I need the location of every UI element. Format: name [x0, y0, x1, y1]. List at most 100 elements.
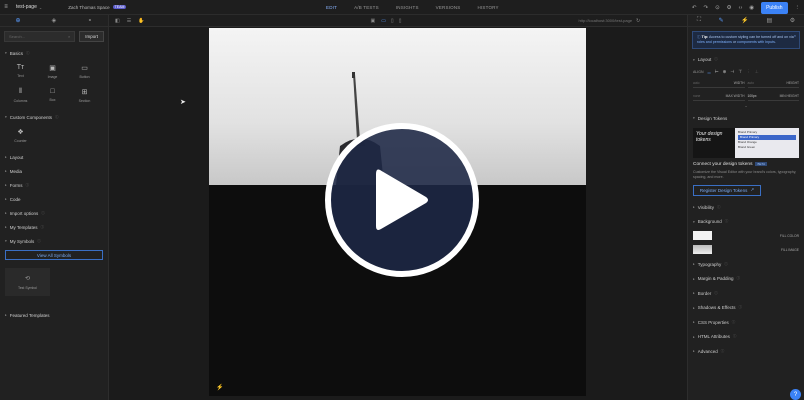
sidebar-toggle-icon[interactable]: ◧ — [115, 18, 120, 24]
help-icon[interactable]: ⓘ — [41, 211, 45, 216]
align-top-icon[interactable]: ⊤ — [738, 69, 742, 75]
block-image[interactable]: ▣ Image — [37, 60, 68, 82]
desktop-icon[interactable]: ▭ — [381, 18, 386, 24]
align-left-icon[interactable]: ⊢ — [715, 69, 719, 75]
refresh-icon[interactable]: ↻ — [636, 18, 640, 24]
section-html-attributes[interactable]: ▸ HTML Attributes ⓘ — [688, 329, 804, 344]
roles-permissions-link[interactable]: roles and permissions — [697, 40, 732, 44]
data-tab-icon[interactable]: ▤ — [766, 17, 772, 24]
help-icon[interactable]: ⓘ — [714, 57, 718, 62]
section-layout[interactable]: ▸ Layout — [0, 150, 108, 164]
fill-color-swatch[interactable] — [693, 231, 712, 241]
section-forms[interactable]: ▸ Forms ⓘ — [0, 178, 108, 192]
preview-url[interactable]: http://localhost:3000/test-page — [578, 18, 632, 23]
undo-icon[interactable]: ↶ — [692, 5, 697, 11]
chevron-down-icon[interactable]: ⌄ — [39, 5, 42, 10]
mobile-icon[interactable]: ▯ — [399, 18, 402, 24]
register-design-tokens-button[interactable]: Register Design Tokens ↗ — [693, 184, 761, 196]
block-counter[interactable]: ❖ Counter — [5, 124, 36, 146]
section-css-properties[interactable]: ▸ CSS Properties ⓘ — [688, 315, 804, 330]
help-icon[interactable]: ⓘ — [737, 276, 741, 281]
help-icon[interactable]: ⓘ — [721, 349, 725, 354]
fill-image-row[interactable]: FILL IMAGE — [688, 243, 804, 257]
notifications-icon[interactable]: ⊙ — [715, 5, 720, 11]
more-icon[interactable]: ⋮ — [795, 5, 801, 11]
section-layout[interactable]: ▾ Layout ⓘ — [688, 53, 804, 68]
symbol-test[interactable]: ⟲ Test Symbol — [5, 268, 50, 296]
help-icon[interactable]: ⓘ — [733, 334, 737, 339]
code-icon[interactable]: ‹› — [739, 5, 743, 11]
width-field[interactable]: auto WIDTH — [693, 79, 745, 89]
workspace-name[interactable]: Zach Thomas Space — [68, 5, 109, 10]
section-typography[interactable]: ▸ Typography ⓘ — [688, 257, 804, 272]
block-section[interactable]: ⊞ Section — [69, 84, 100, 106]
help-chat-button[interactable]: ? — [790, 389, 801, 400]
section-import-options[interactable]: ▸ Import options ⓘ — [0, 206, 108, 220]
components-tab-icon[interactable]: ⛶ — [697, 17, 701, 24]
help-icon[interactable]: ⓘ — [40, 225, 44, 230]
tab-history[interactable]: HISTORY — [478, 5, 499, 10]
section-basics[interactable]: ▾ Basics ⓘ — [0, 46, 108, 60]
align-right-icon[interactable]: ⊣ — [730, 69, 734, 75]
section-featured-templates[interactable]: ▸ Featured Templates — [0, 308, 108, 322]
section-background[interactable]: ▾ Background ⓘ — [688, 214, 804, 229]
section-advanced[interactable]: ▸ Advanced ⓘ — [688, 344, 804, 359]
hand-icon[interactable]: ✋ — [138, 18, 144, 24]
tablet-icon[interactable]: ▯ — [391, 18, 394, 24]
block-columns[interactable]: ⫴ Columns — [5, 84, 36, 106]
page-name[interactable]: test-page — [16, 4, 37, 10]
align-middle-icon[interactable]: ⋮ — [746, 69, 751, 75]
layers-tab-icon[interactable]: ◈ — [52, 17, 57, 24]
style-tab-icon[interactable]: ✎ — [719, 17, 724, 24]
interactions-tab-icon[interactable]: ⚡ — [741, 17, 748, 24]
help-icon[interactable]: ⓘ — [714, 291, 718, 296]
section-my-symbols[interactable]: ▾ My Symbols ⓘ — [0, 234, 108, 248]
align-horizontal-icon[interactable]: ═ — [708, 70, 711, 75]
max-width-field[interactable]: none MAX WIDTH — [693, 92, 745, 102]
search-input[interactable]: Search... ⌕ — [4, 31, 76, 42]
menu-icon[interactable]: ≡ — [0, 4, 12, 10]
block-box[interactable]: □ Box — [37, 84, 68, 106]
data-tab-icon[interactable]: ⚬ — [87, 17, 92, 24]
select-icon[interactable]: ▣ — [370, 18, 375, 24]
min-height-field[interactable]: 100px MIN HEIGHT — [747, 92, 799, 102]
publish-button[interactable]: Publish — [761, 1, 788, 14]
insert-tab-icon[interactable]: ⊕ — [16, 17, 21, 24]
components-inputs-link[interactable]: components with Inputs — [737, 40, 775, 44]
help-icon[interactable]: ⓘ — [732, 320, 736, 325]
height-field[interactable]: auto HEIGHT — [747, 79, 799, 89]
section-margin-padding[interactable]: ▸ Margin & Padding ⓘ — [688, 271, 804, 286]
align-bottom-icon[interactable]: ⊥ — [755, 69, 759, 75]
fill-color-row[interactable]: FILL COLOR — [688, 229, 804, 243]
view-all-symbols-button[interactable]: View All Symbols — [5, 250, 103, 260]
settings-tab-icon[interactable]: ⚙ — [790, 17, 795, 24]
help-icon[interactable]: ⓘ — [55, 115, 59, 120]
help-icon[interactable]: ⓘ — [26, 51, 30, 56]
help-icon[interactable]: ⓘ — [37, 239, 41, 244]
section-custom-components[interactable]: ▾ Custom Components ⓘ — [0, 110, 108, 124]
settings-icon[interactable]: ⚙ — [727, 5, 732, 11]
help-icon[interactable]: ⓘ — [717, 205, 721, 210]
tab-edit[interactable]: EDIT — [326, 5, 337, 10]
video-play-button[interactable] — [325, 123, 479, 277]
tab-insights[interactable]: INSIGHTS — [396, 5, 419, 10]
expand-more-icon[interactable]: ⌄ — [688, 103, 804, 111]
section-design-tokens[interactable]: ▾ Design Tokens — [688, 111, 804, 126]
close-icon[interactable]: × — [794, 34, 796, 39]
tab-ab-tests[interactable]: A/B TESTS — [354, 5, 379, 10]
section-my-templates[interactable]: ▸ My Templates ⓘ — [0, 220, 108, 234]
help-icon[interactable]: ⓘ — [26, 183, 30, 188]
tab-versions[interactable]: VERSIONS — [436, 5, 461, 10]
section-media[interactable]: ▸ Media — [0, 164, 108, 178]
block-text[interactable]: Tт Text — [5, 60, 36, 82]
help-icon[interactable]: ⓘ — [725, 219, 729, 224]
help-icon[interactable]: ⓘ — [738, 305, 742, 310]
block-button[interactable]: ▭ Button — [69, 60, 100, 82]
lightning-icon[interactable]: ⚡ — [216, 384, 223, 391]
preview-icon[interactable]: ◉ — [749, 5, 754, 11]
section-code[interactable]: ▸ Code — [0, 192, 108, 206]
help-icon[interactable]: ⓘ — [724, 262, 728, 267]
section-border[interactable]: ▸ Border ⓘ — [688, 286, 804, 301]
section-shadows-effects[interactable]: ▸ Shadows & Effects ⓘ — [688, 300, 804, 315]
fill-image-swatch[interactable] — [693, 245, 712, 255]
